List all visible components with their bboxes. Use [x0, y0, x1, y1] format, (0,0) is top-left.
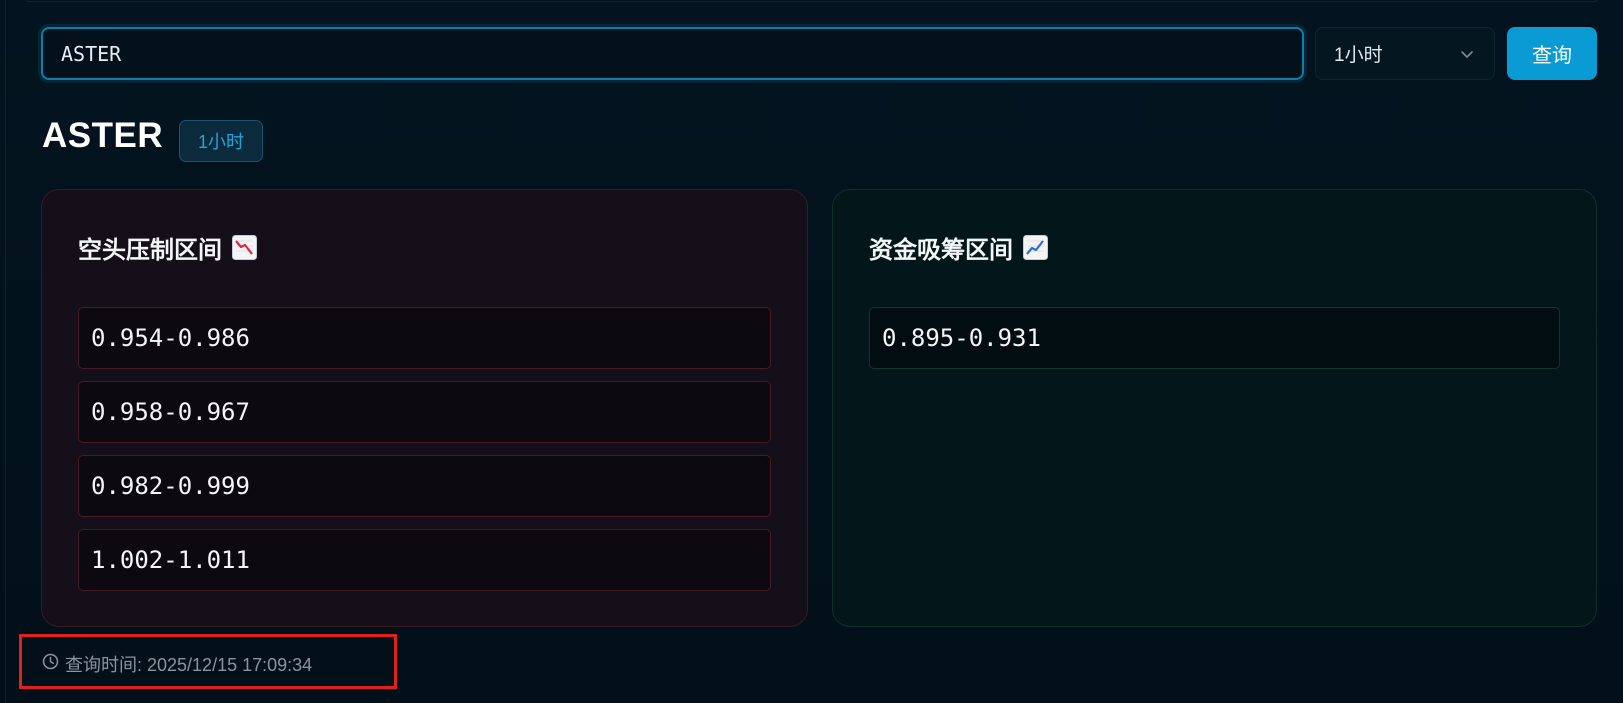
- short-pressure-title-text: 空头压制区间: [78, 237, 222, 264]
- left-edge-divider: [5, 0, 6, 703]
- chart-increasing-icon: [1023, 235, 1048, 260]
- symbol-search-input[interactable]: [41, 27, 1304, 80]
- clock-icon: [42, 653, 59, 675]
- chevron-down-icon: [1458, 45, 1476, 63]
- range-item: 0.958-0.967: [78, 381, 771, 443]
- chart-decreasing-icon: [232, 235, 257, 260]
- symbol-title: ASTER: [42, 116, 164, 155]
- range-item: 0.954-0.986: [78, 307, 771, 369]
- range-item: 0.982-0.999: [78, 455, 771, 517]
- accumulation-range-list: 0.895-0.931: [869, 307, 1560, 381]
- accumulation-title: 资金吸筹区间: [869, 230, 1048, 265]
- query-button[interactable]: 查询: [1507, 27, 1597, 80]
- range-item: 1.002-1.011: [78, 529, 771, 591]
- interval-select-value: 1小时: [1334, 45, 1383, 66]
- interval-select[interactable]: 1小时: [1315, 27, 1495, 80]
- short-pressure-panel: 空头压制区间 0.954-0.986 0.958-0.967 0.982-0.9…: [41, 189, 808, 627]
- query-time: 查询时间: 2025/12/15 17:09:34: [42, 651, 312, 677]
- interval-badge: 1小时: [179, 120, 264, 162]
- page: 1小时 查询 ASTER 1小时 空头压制区间 0.9: [0, 0, 1623, 703]
- query-time-text: 查询时间: 2025/12/15 17:09:34: [65, 655, 313, 675]
- accumulation-panel: 资金吸筹区间 0.895-0.931: [832, 189, 1597, 627]
- short-pressure-title: 空头压制区间: [78, 230, 257, 265]
- range-item: 0.895-0.931: [869, 307, 1560, 369]
- top-card-edge: [24, 0, 1599, 2]
- accumulation-title-text: 资金吸筹区间: [869, 237, 1013, 264]
- short-pressure-range-list: 0.954-0.986 0.958-0.967 0.982-0.999 1.00…: [78, 307, 771, 603]
- interval-badge-label: 1小时: [198, 132, 245, 152]
